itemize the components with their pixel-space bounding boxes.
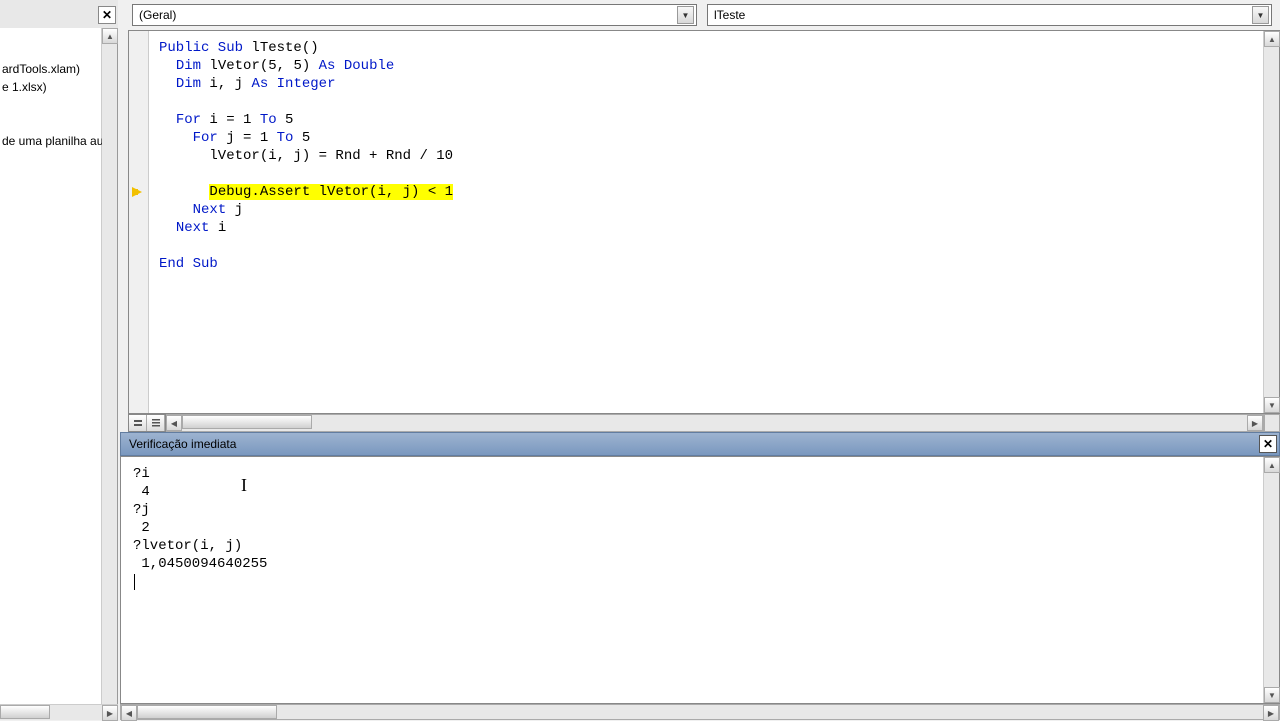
project-explorer-hscrollbar[interactable]: ▶	[0, 704, 118, 720]
code-hscrollbar[interactable]: ◀ ▶	[166, 414, 1264, 432]
immediate-window-header[interactable]: Verificação imediata ✕	[120, 432, 1280, 456]
scroll-left-icon[interactable]: ◀	[121, 705, 137, 721]
code-line[interactable]: End Sub	[159, 255, 1263, 273]
scroll-down-icon[interactable]: ▼	[1264, 397, 1280, 413]
code-line[interactable]: lVetor(i, j) = Rnd + Rnd / 10	[159, 147, 1263, 165]
scroll-up-icon[interactable]: ▲	[1264, 31, 1280, 47]
tree-item[interactable]	[2, 96, 102, 114]
tree-item[interactable]	[2, 114, 102, 132]
project-tree[interactable]: ardTools.xlam)e 1.xlsx) de uma planilha …	[0, 60, 102, 150]
code-container: (Geral) ▼ lTeste ▼ Public Sub lTeste() D…	[120, 0, 1280, 432]
chevron-down-icon[interactable]: ▼	[677, 6, 694, 24]
hscroll-thumb[interactable]	[182, 415, 312, 429]
chevron-down-icon[interactable]: ▼	[1252, 6, 1269, 24]
object-dropdown-label: (Geral)	[139, 8, 176, 22]
scroll-right-icon[interactable]: ▶	[1263, 705, 1279, 721]
immediate-line[interactable]: ?j	[133, 501, 1263, 519]
object-dropdown[interactable]: (Geral) ▼	[132, 4, 697, 26]
scroll-left-icon[interactable]: ◀	[166, 415, 182, 431]
immediate-close-button[interactable]: ✕	[1259, 435, 1277, 453]
code-line[interactable]	[159, 93, 1263, 111]
hscroll-thumb[interactable]	[0, 705, 50, 719]
immediate-line[interactable]: 2	[133, 519, 1263, 537]
scroll-down-icon[interactable]: ▼	[1264, 687, 1280, 703]
project-explorer-header: ✕	[0, 0, 118, 28]
procedure-dropdown-label: lTeste	[714, 8, 745, 22]
tree-item[interactable]: de uma planilha aut	[2, 132, 102, 150]
code-bottom-bar: ◀ ▶	[128, 414, 1280, 432]
current-line-arrow-icon	[132, 185, 146, 199]
immediate-line[interactable]: 4	[133, 483, 1263, 501]
corner	[1264, 414, 1280, 432]
immediate-hscrollbar[interactable]: ◀ ▶	[120, 704, 1280, 720]
immediate-window[interactable]: ?i 4 ?j 2 ?lvetor(i, j) 1,0450094640255 …	[120, 456, 1280, 704]
project-explorer-close-button[interactable]: ✕	[98, 6, 116, 24]
immediate-line[interactable]: 1,0450094640255	[133, 555, 1263, 573]
hscroll-thumb[interactable]	[137, 705, 277, 719]
code-line[interactable]: For i = 1 To 5	[159, 111, 1263, 129]
code-line[interactable]: Debug.Assert lVetor(i, j) < 1	[159, 183, 1263, 201]
immediate-line[interactable]: ?lvetor(i, j)	[133, 537, 1263, 555]
immediate-text[interactable]: ?i 4 ?j 2 ?lvetor(i, j) 1,0450094640255	[121, 457, 1263, 703]
immediate-window-title: Verificação imediata	[129, 437, 236, 451]
tree-item[interactable]: e 1.xlsx)	[2, 78, 102, 96]
code-line[interactable]: Next j	[159, 201, 1263, 219]
immediate-line[interactable]: ?i	[133, 465, 1263, 483]
code-line[interactable]	[159, 165, 1263, 183]
immediate-cursor-line[interactable]	[133, 573, 1263, 591]
code-vscrollbar[interactable]: ▲ ▼	[1263, 31, 1279, 413]
tree-item[interactable]: ardTools.xlam)	[2, 60, 102, 78]
code-line[interactable]: Public Sub lTeste()	[159, 39, 1263, 57]
code-text[interactable]: Public Sub lTeste() Dim lVetor(5, 5) As …	[149, 31, 1263, 413]
scroll-right-icon[interactable]: ▶	[102, 705, 118, 721]
immediate-vscrollbar[interactable]: ▲ ▼	[1263, 457, 1279, 703]
scroll-up-icon[interactable]: ▲	[1264, 457, 1280, 473]
code-line[interactable]	[159, 237, 1263, 255]
project-explorer-vscrollbar[interactable]: ▲	[101, 28, 117, 708]
code-line[interactable]: Dim lVetor(5, 5) As Double	[159, 57, 1263, 75]
code-line[interactable]: Next i	[159, 219, 1263, 237]
full-module-view-button[interactable]	[147, 415, 165, 431]
code-line[interactable]: For j = 1 To 5	[159, 129, 1263, 147]
scroll-up-icon[interactable]: ▲	[102, 28, 118, 44]
procedure-dropdown[interactable]: lTeste ▼	[707, 4, 1272, 26]
scroll-right-icon[interactable]: ▶	[1247, 415, 1263, 431]
code-line[interactable]: Dim i, j As Integer	[159, 75, 1263, 93]
project-explorer-panel: ✕ ▲ ardTools.xlam)e 1.xlsx) de uma plani…	[0, 0, 118, 720]
code-editor[interactable]: Public Sub lTeste() Dim lVetor(5, 5) As …	[128, 30, 1280, 414]
procedure-view-button[interactable]	[129, 415, 147, 431]
code-margin[interactable]	[129, 31, 149, 413]
